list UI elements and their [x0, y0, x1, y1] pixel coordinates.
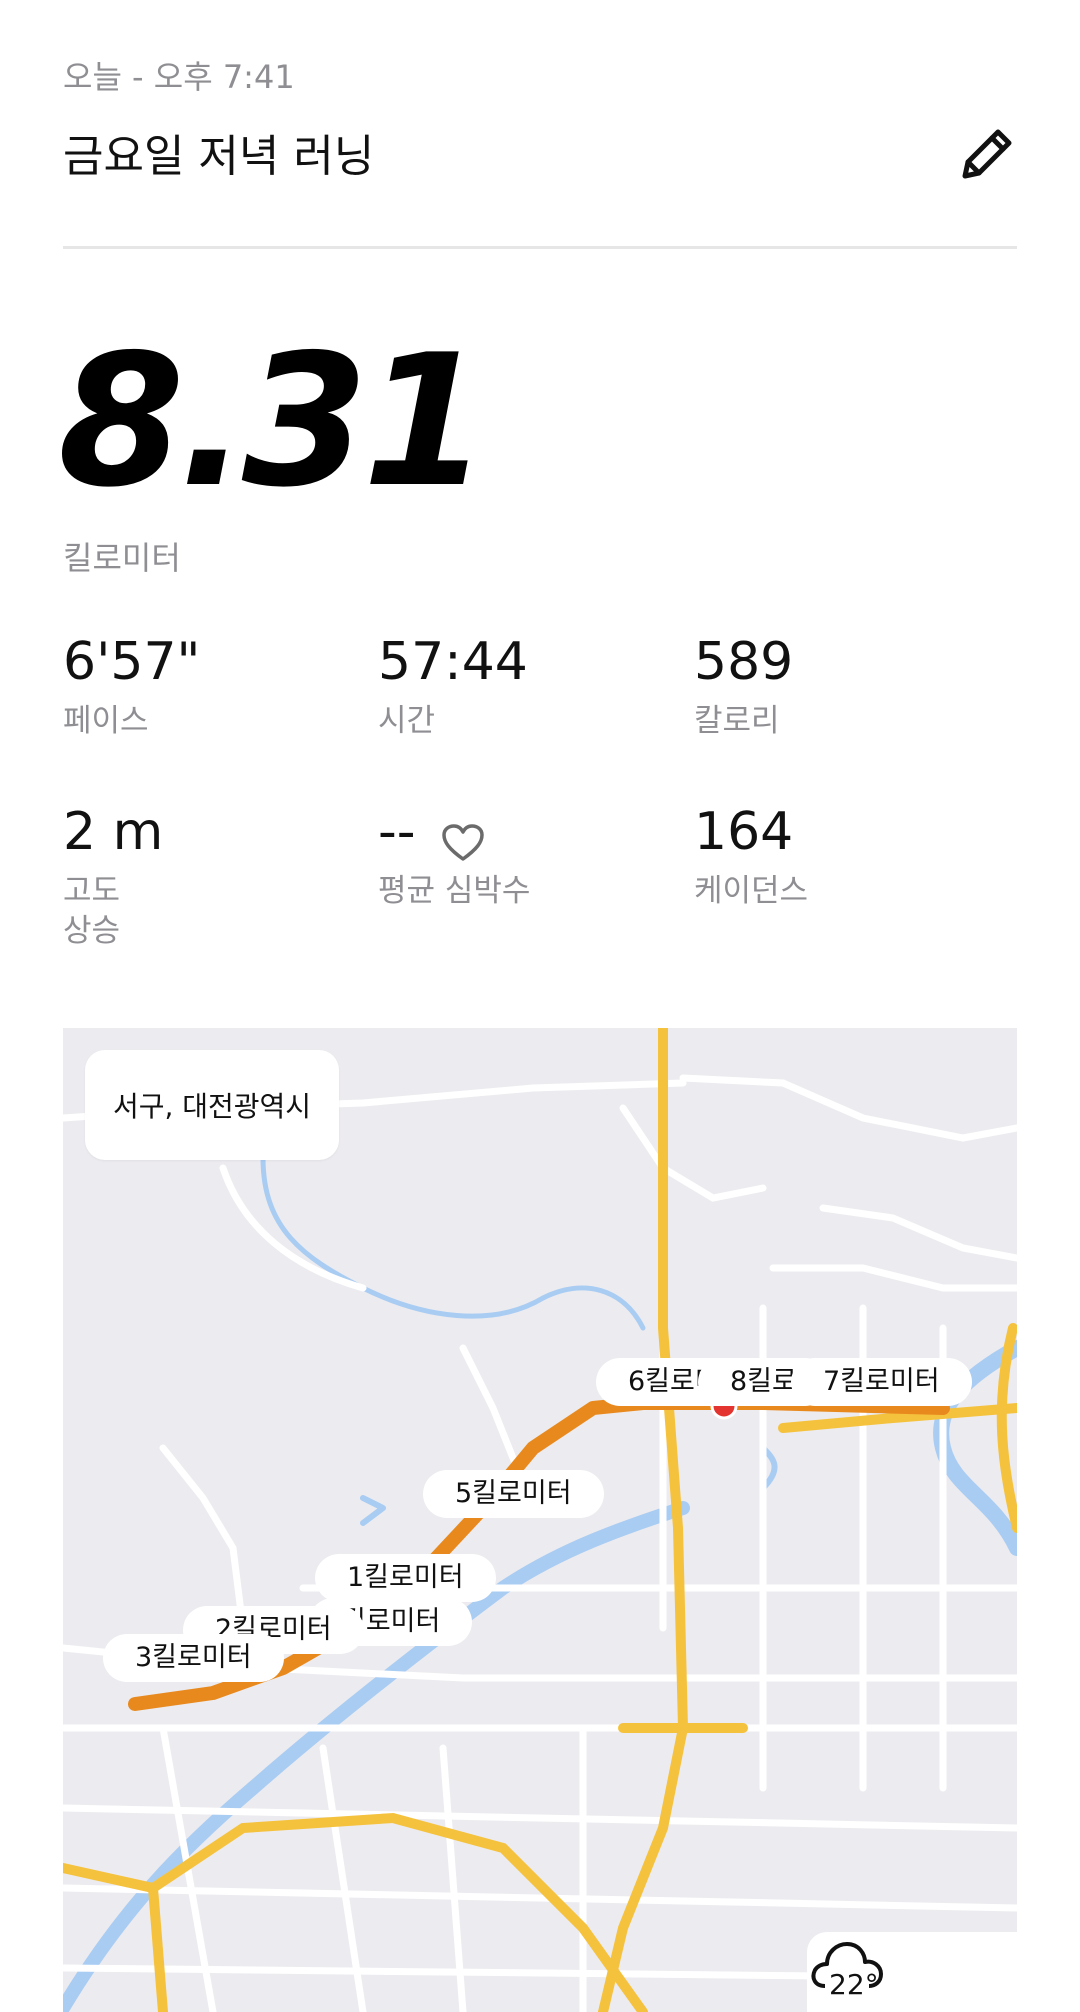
- pace-value: 6'57": [63, 632, 201, 692]
- heart-icon: [441, 823, 485, 863]
- km-marker-3: 3킬로미터: [103, 1634, 284, 1682]
- elevation-label-line1: 고도: [63, 873, 121, 909]
- cadence-label: 케이던스: [694, 873, 809, 909]
- pace-label: 페이스: [63, 703, 149, 739]
- route-map[interactable]: 서구, 대전광역시 6킬로미 8킬로 7킬로미터 5킬로미터 1킬로미터 킬로미…: [63, 1028, 1017, 2012]
- cadence-value: 164: [694, 802, 794, 862]
- total-distance: 8.31: [58, 315, 489, 527]
- pencil-icon: [962, 129, 1012, 179]
- time-label: 시간: [378, 703, 436, 739]
- heart-rate-value: --: [378, 802, 416, 862]
- distance-unit: 킬로미터: [63, 539, 181, 577]
- weather-widget: 22°: [807, 1932, 1017, 2012]
- km-marker-1: 1킬로미터: [315, 1554, 496, 1602]
- edit-title-button[interactable]: [955, 122, 1015, 186]
- run-title: 금요일 저녁 러닝: [63, 131, 375, 182]
- km-marker-7: 7킬로미터: [791, 1358, 972, 1406]
- header-divider: [63, 246, 1017, 249]
- map-canvas: [63, 1028, 1017, 2012]
- elevation-label-line2: 상승: [63, 913, 121, 949]
- cloud-icon: [811, 1942, 883, 1988]
- km-marker-5: 5킬로미터: [423, 1470, 604, 1518]
- calories-label: 칼로리: [694, 703, 780, 739]
- calories-value: 589: [694, 632, 794, 692]
- elevation-value: 2 m: [63, 802, 164, 862]
- heart-rate-label: 평균 심박수: [378, 873, 531, 909]
- map-location-badge: 서구, 대전광역시: [85, 1050, 339, 1160]
- time-value: 57:44: [378, 632, 528, 692]
- run-date: 오늘 - 오후 7:41: [63, 58, 295, 96]
